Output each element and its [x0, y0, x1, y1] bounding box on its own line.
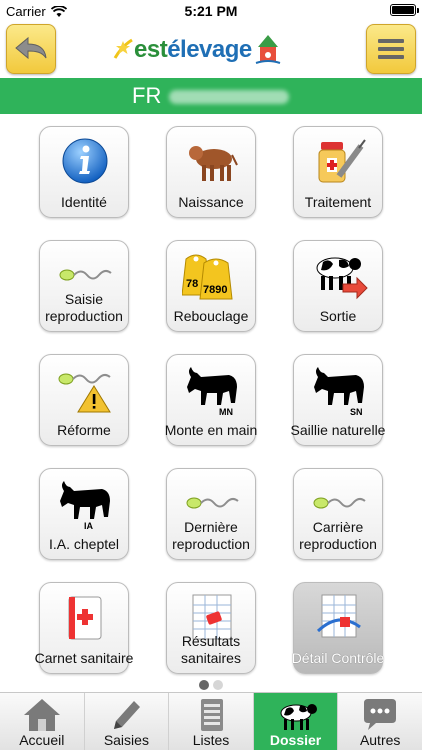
badge-ia: IA: [84, 521, 94, 529]
tile-label: Naissance: [178, 194, 244, 210]
tab-label: Listes: [192, 732, 230, 748]
tile-sortie[interactable]: Sortie: [293, 240, 383, 332]
tile-rebouclage[interactable]: 78 7890 Rebouclage: [166, 240, 256, 332]
tile-label: Détail Contrôle: [291, 650, 385, 666]
menu-button[interactable]: [366, 24, 416, 74]
tile-label: Résultats sanitaires: [181, 633, 241, 666]
tile-derniere-reproduction[interactable]: Dernière reproduction: [166, 468, 256, 560]
tab-accueil[interactable]: Accueil: [0, 693, 85, 750]
bull-ia-icon: IA: [60, 481, 110, 529]
page-dot-1[interactable]: [199, 680, 209, 690]
chat-bubble-icon: [364, 699, 397, 730]
badge-sn: SN: [350, 407, 363, 415]
tile-label: Sortie: [319, 308, 357, 324]
redacted-id: [169, 90, 290, 105]
tile-traitement[interactable]: Traitement: [293, 126, 383, 218]
clock: 5:21 PM: [184, 3, 238, 19]
tab-bar: Accueil Saisies Listes Dossier Autres: [0, 692, 422, 750]
page-indicator: [0, 680, 422, 690]
tab-dossier[interactable]: Dossier: [253, 693, 339, 750]
tile-identite[interactable]: Identité: [39, 126, 129, 218]
tab-label: Accueil: [19, 732, 65, 748]
tile-label: Traitement: [304, 194, 372, 210]
health-book-icon: [68, 596, 102, 640]
tile-label: Identité: [61, 194, 107, 210]
cow-icon: [280, 704, 317, 730]
tab-label: Dossier: [269, 732, 322, 748]
tile-detail-controle[interactable]: Détail Contrôle: [292, 582, 384, 674]
bull-mn-icon: MN: [187, 367, 237, 415]
tile-label: Dernière reproduction: [172, 519, 250, 552]
tile-label: Saillie naturelle: [290, 422, 386, 438]
sperm-icon: [313, 497, 366, 509]
pencil-icon: [114, 701, 141, 729]
medicine-syringe-icon: [318, 139, 366, 183]
info-icon: [62, 138, 108, 184]
tile-ia-cheptel[interactable]: IA I.A. cheptel: [39, 468, 129, 560]
tab-label: Autres: [359, 732, 401, 748]
action-grid: Identité Naissance Traitement Saisie rep…: [0, 114, 422, 690]
tile-label: Carnet sanitaire: [34, 650, 134, 666]
status-bar: Carrier 5:21 PM: [0, 0, 422, 22]
back-arrow-icon: [15, 36, 47, 60]
tile-label: Monte en main: [164, 422, 258, 438]
tab-autres[interactable]: Autres: [338, 693, 422, 750]
status-right: [390, 4, 419, 16]
badge-mn: MN: [219, 407, 233, 415]
star-swoosh-icon: [113, 38, 133, 59]
battery-icon: [390, 4, 419, 16]
cow-exit-icon: [316, 257, 368, 300]
tile-label: Saisie reproduction: [45, 291, 123, 324]
hamburger-menu-icon: [378, 39, 404, 59]
tab-listes[interactable]: Listes: [169, 693, 254, 750]
calf-icon: [189, 146, 238, 181]
tab-saisies[interactable]: Saisies: [84, 693, 170, 750]
page-dot-2[interactable]: [213, 680, 223, 690]
country-prefix: FR: [132, 83, 162, 108]
tile-carnet-sanitaire[interactable]: Carnet sanitaire: [35, 582, 133, 674]
tile-naissance[interactable]: Naissance: [166, 126, 256, 218]
spreadsheet-control-icon: [316, 594, 361, 638]
tag-number-left: 78: [186, 278, 198, 290]
tile-resultats-sanitaires[interactable]: Résultats sanitaires: [166, 582, 256, 674]
sperm-icon: [59, 269, 112, 281]
app-header: estélevage: [0, 22, 422, 78]
tile-label: Réforme: [57, 422, 111, 438]
tab-label: Saisies: [103, 732, 149, 748]
tile-saillie-naturelle[interactable]: SN Saillie naturelle: [291, 354, 385, 446]
list-icon: [200, 699, 223, 731]
tile-label: I.A. cheptel: [48, 536, 120, 552]
tile-monte-en-main[interactable]: MN Monte en main: [165, 354, 257, 446]
house-icon: [23, 699, 60, 731]
tile-label: Rebouclage: [173, 308, 249, 324]
farm-emblem-icon: [255, 35, 281, 64]
bull-sn-icon: SN: [314, 367, 364, 415]
logo-text: estélevage: [134, 36, 252, 64]
app-logo: estélevage: [112, 30, 292, 70]
sperm-icon: [186, 497, 239, 509]
logo-text-elevage: élevage: [167, 36, 252, 63]
tile-label: Carrière reproduction: [299, 519, 377, 552]
back-button[interactable]: [6, 24, 56, 74]
tile-carriere-reproduction[interactable]: Carrière reproduction: [293, 468, 383, 560]
tag-number-right: 7890: [203, 284, 227, 296]
tile-reforme[interactable]: Réforme: [39, 354, 129, 446]
sperm-warning-icon: [58, 373, 111, 413]
animal-id-bar: FR: [0, 78, 422, 114]
tile-saisie-reproduction[interactable]: Saisie reproduction: [39, 240, 129, 332]
logo-text-est: est: [134, 36, 168, 63]
ear-tags-icon: 78 7890: [182, 254, 233, 300]
